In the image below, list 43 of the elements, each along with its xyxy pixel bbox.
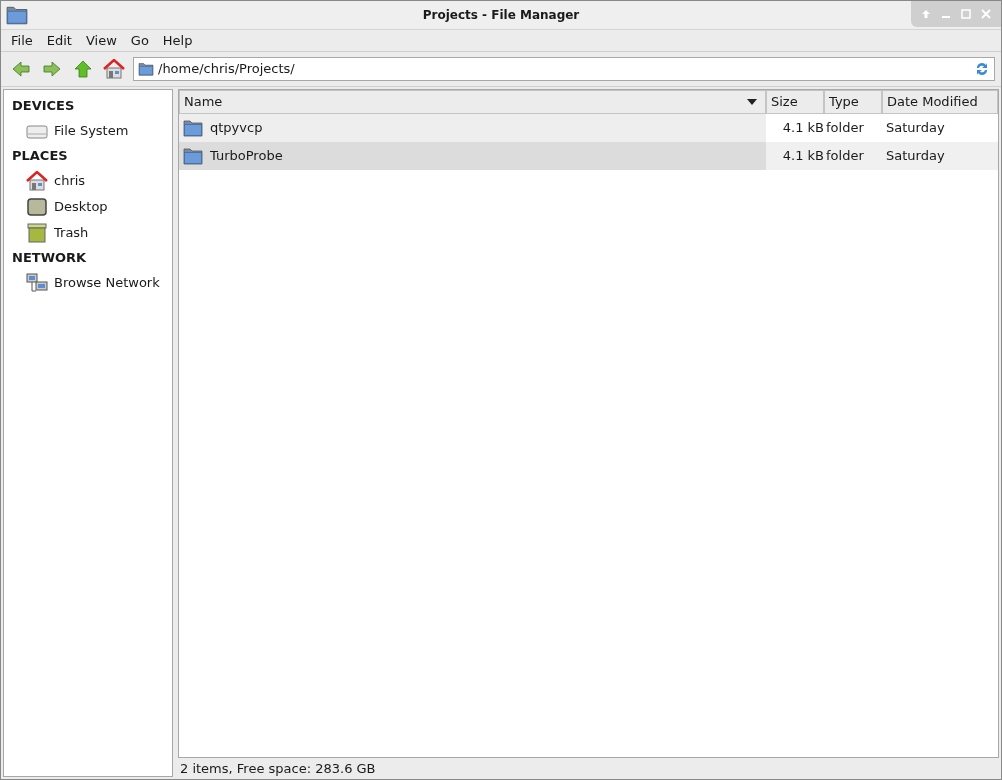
sidebar-item[interactable]: Desktop [4,194,172,220]
path-field[interactable]: /home/chris/Projects/ [133,57,995,81]
shade-icon[interactable] [921,9,931,19]
menu-item[interactable]: File [11,30,33,51]
sidebar-heading: NETWORK [11,249,88,268]
name-cell: TurboProbe [179,142,766,170]
status-text: 2 items, Free space: 283.6 GB [180,759,376,778]
size-cell-text: 4.1 kB [781,147,824,166]
type-cell-text: folder [825,147,865,166]
menu-item[interactable]: Go [130,30,149,51]
maximize-icon[interactable] [961,9,971,19]
refresh-icon[interactable] [974,61,990,77]
folder-icon [183,147,203,165]
column-header[interactable]: Date Modified [882,90,998,114]
menu-item[interactable]: View [85,30,117,51]
menu-item[interactable]: Edit [46,30,72,51]
column-header[interactable]: Name [179,90,766,114]
close-icon[interactable] [981,9,991,19]
name-cell: qtpyvcp [179,114,766,142]
sidebar-item[interactable]: Trash [4,220,172,246]
house-icon [26,171,48,191]
sidebar-item[interactable]: File System [4,118,172,144]
sidebar-heading: PLACES [11,147,69,166]
window-title: Projects - File Manager [421,7,581,24]
folder-icon [183,119,203,137]
house-icon [103,59,125,79]
trash-icon [26,223,48,243]
column-header[interactable]: Size [766,90,824,114]
column-header[interactable]: Type [824,90,882,114]
date-cell-text: Saturday [885,119,946,138]
date-cell-text: Saturday [885,147,946,166]
type-cell-text: folder [825,119,865,138]
sidebar-item[interactable]: Browse Network [4,270,172,296]
sidebar-heading: DEVICES [11,97,76,116]
size-cell-text: 4.1 kB [781,119,824,138]
sidebar-item[interactable]: chris [4,168,172,194]
file-row[interactable]: TurboProbe 4.1 kB folder Saturday [179,142,998,170]
network-computers-icon [26,273,48,293]
menu-item[interactable]: Help [162,30,193,51]
folder-icon [138,62,154,76]
desktop-icon [26,197,48,217]
sort-caret-icon [747,99,757,105]
folder-icon [6,5,28,25]
